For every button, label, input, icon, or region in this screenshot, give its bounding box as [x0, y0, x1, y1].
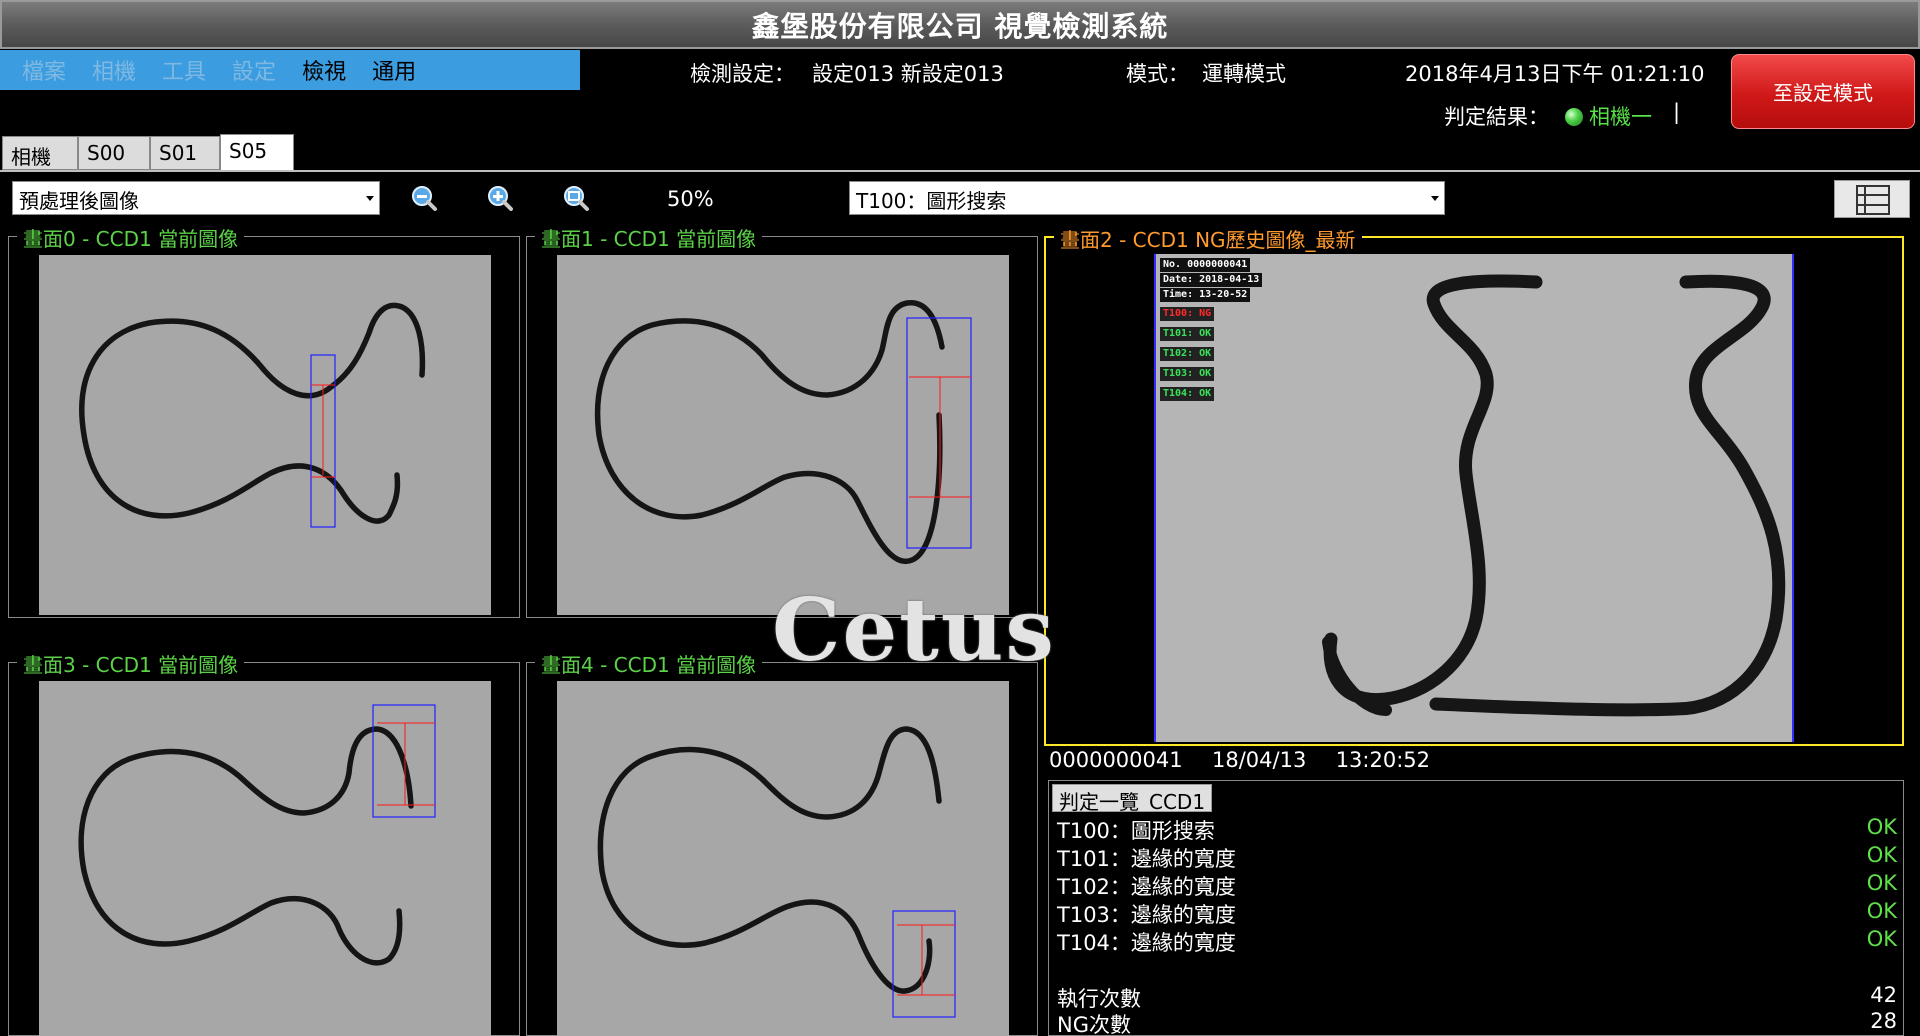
capture-time: 13:20:52 — [1335, 748, 1431, 772]
watermark: Cetus — [772, 580, 1056, 681]
toolbar: 預處理後圖像 50% T100：圖形搜索 — [0, 170, 1920, 223]
exec-count-row: 執行次數 42 — [1057, 983, 1897, 1011]
list-item: T104：邊緣的寬度 OK — [1057, 927, 1897, 955]
view-panel-3: 畫面3 - CCD1 當前圖像 — [8, 649, 520, 1036]
tool-name: T103：邊緣的寬度 — [1057, 903, 1236, 927]
list-item: T101：邊緣的寬度 OK — [1057, 843, 1897, 871]
layout-toggle-button[interactable] — [1834, 180, 1910, 218]
menu-general[interactable]: 通用 — [372, 54, 416, 86]
result-label: 判定結果： — [1444, 105, 1549, 129]
menu-settings[interactable]: 設定 — [232, 54, 276, 86]
result-separator: | — [1673, 100, 1681, 124]
zoom-level: 50% — [667, 187, 714, 211]
mode-label: 模式： — [1126, 62, 1189, 86]
layout-grid-icon — [1856, 185, 1890, 215]
tool-status: OK — [1866, 927, 1897, 951]
app-title: 鑫堡股份有限公司 視覺檢測系統 — [751, 9, 1169, 43]
panel-title: 畫面0 - CCD1 當前圖像 — [17, 223, 245, 252]
tab-s00[interactable]: S00 — [78, 136, 150, 170]
datetime: 2018年4月13日下午 01:21:10 — [1405, 62, 1705, 86]
view-panel-0: 畫面0 - CCD1 當前圖像 — [8, 223, 520, 618]
results-list[interactable]: 判定一覽_CCD1 T100：圖形搜索 OK T101：邊緣的寬度 OK T10… — [1048, 780, 1904, 1036]
tool-status: OK — [1866, 871, 1897, 895]
ng-overlay-t100: T100: NG — [1160, 307, 1215, 321]
setting-value: 設定013 新設定013 — [812, 62, 1004, 86]
view-panel-4: 畫面4 - CCD1 當前圖像 — [526, 649, 1038, 1036]
panel-title: 畫面3 - CCD1 當前圖像 — [17, 649, 245, 678]
image-type-select[interactable]: 預處理後圖像 — [12, 181, 380, 215]
app-window: 鑫堡股份有限公司 視覺檢測系統 檔案 相機 工具 設定 檢視 通用 檢測設定： … — [0, 0, 1920, 1036]
panel-title: 畫面1 - CCD1 當前圖像 — [535, 223, 763, 252]
panel-title: 畫面4 - CCD1 當前圖像 — [535, 649, 763, 678]
tab-camera1[interactable]: 相機一 — [2, 136, 78, 198]
zoom-in-icon[interactable] — [486, 184, 514, 212]
tab-row: 相機一 S00 S01 S05 — [0, 134, 1920, 198]
ng-overlay-t102: T102: OK — [1160, 347, 1215, 361]
ng-count-label: NG次數 — [1057, 1013, 1131, 1036]
menu-camera[interactable]: 相機 — [92, 54, 136, 86]
setting-label: 檢測設定： — [690, 62, 795, 86]
ng-count-row: NG次數 28 — [1057, 1009, 1897, 1036]
ng-overlay-t101: T101: OK — [1160, 327, 1215, 341]
tool-select-value: T100：圖形搜索 — [856, 189, 1007, 213]
camera-image[interactable] — [39, 255, 491, 615]
list-item: T100：圖形搜索 OK — [1057, 815, 1897, 843]
exec-count-label: 執行次數 — [1057, 987, 1141, 1011]
ng-overlay-time: Time: 13-20-52 — [1160, 288, 1251, 302]
menu-view[interactable]: 檢視 — [302, 54, 346, 86]
camera-image[interactable] — [557, 681, 1009, 1036]
panel-title: 畫面2 - CCD1 NG歷史圖像_最新 — [1054, 224, 1362, 253]
dropdown-arrow-icon — [366, 196, 374, 201]
result-indicator: 相機一 — [1565, 101, 1652, 131]
ng-overlay-date: Date: 2018-04-13 — [1160, 273, 1263, 287]
image-type-value: 預處理後圖像 — [19, 189, 139, 213]
ng-history-image[interactable]: No. 0000000041 Date: 2018-04-13 Time: 13… — [1154, 254, 1794, 742]
tool-name: T102：邊緣的寬度 — [1057, 875, 1236, 899]
title-bar: 鑫堡股份有限公司 視覺檢測系統 — [0, 0, 1920, 49]
status-led-icon — [1565, 108, 1583, 126]
ng-count-value: 28 — [1870, 1009, 1897, 1033]
tool-status: OK — [1866, 899, 1897, 923]
capture-date: 18/04/13 — [1211, 748, 1307, 772]
tool-name: T104：邊緣的寬度 — [1057, 931, 1236, 955]
tool-name: T101：邊緣的寬度 — [1057, 847, 1236, 871]
results-list-header: 判定一覽_CCD1 — [1052, 784, 1213, 814]
zoom-out-icon[interactable] — [410, 184, 438, 212]
serial-number: 0000000041 — [1049, 748, 1183, 772]
ng-overlay-t103: T103: OK — [1160, 367, 1215, 381]
tool-status: OK — [1866, 815, 1897, 839]
tab-s01[interactable]: S01 — [150, 136, 220, 170]
goto-settings-mode-button[interactable]: 至設定模式 — [1731, 54, 1915, 129]
mode-value: 運轉模式 — [1202, 62, 1286, 86]
list-item: T102：邊緣的寬度 OK — [1057, 871, 1897, 899]
tool-name: T100：圖形搜索 — [1057, 819, 1215, 843]
view-panel-1: 畫面1 - CCD1 當前圖像 — [526, 223, 1038, 618]
tool-select[interactable]: T100：圖形搜索 — [849, 181, 1445, 215]
tab-s05[interactable]: S05 — [220, 134, 294, 170]
exec-count-value: 42 — [1870, 983, 1897, 1007]
camera-image[interactable] — [39, 681, 491, 1036]
list-item: T103：邊緣的寬度 OK — [1057, 899, 1897, 927]
menu-tools[interactable]: 工具 — [162, 54, 206, 86]
zoom-fit-icon[interactable] — [562, 184, 590, 212]
ng-overlay-no: No. 0000000041 — [1160, 258, 1251, 272]
ng-history-panel: 畫面2 - CCD1 NG歷史圖像_最新 No. 0000000041 Date… — [1044, 224, 1904, 746]
ng-image-meta: 0000000041 18/04/13 13:20:52 — [1049, 748, 1430, 772]
dropdown-arrow-icon — [1431, 196, 1439, 201]
tool-status: OK — [1866, 843, 1897, 867]
camera-image[interactable] — [557, 255, 1009, 615]
menu-bar: 檔案 相機 工具 設定 檢視 通用 — [0, 50, 580, 90]
ng-overlay-t104: T104: OK — [1160, 387, 1215, 401]
menu-file[interactable]: 檔案 — [22, 54, 66, 86]
result-camera: 相機一 — [1589, 105, 1652, 129]
